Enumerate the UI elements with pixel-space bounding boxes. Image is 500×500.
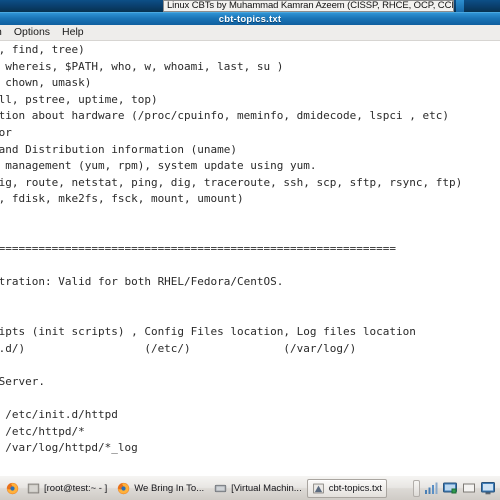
document-line: ripts (init scripts) , Config Files loca…: [0, 325, 416, 339]
taskbar-item-virtualmachine-label: [Virtual Machin...: [231, 482, 302, 494]
document-line: tor: [0, 125, 12, 139]
firefox-icon: [118, 482, 130, 494]
editor-menubar: h Options Help: [0, 25, 500, 41]
firefox-launcher-icon[interactable]: [2, 478, 22, 498]
display-icon[interactable]: [442, 480, 458, 496]
menu-options[interactable]: Options: [8, 25, 56, 40]
text-editor-window: cbt-topics.txt h Options Help e, find, t…: [0, 12, 500, 475]
editor-window-title: cbt-topics.txt: [218, 14, 282, 25]
taskbar-item-browser-label: We Bring In To...: [134, 482, 205, 494]
document-line: /etc/httpd/*: [0, 424, 85, 438]
workspace-switcher-icon[interactable]: [461, 480, 477, 496]
network-signal-icon[interactable]: [423, 480, 439, 496]
document-line: Server.: [0, 374, 45, 388]
document-line: , chown, umask): [0, 76, 92, 90]
background-window-titlebar: Linux CBTs by Muhammad Kamran Azeem (CIS…: [0, 0, 500, 12]
taskbar-item-editor-label: cbt-topics.txt: [328, 482, 383, 494]
editor-icon: [312, 483, 324, 493]
taskbar-item-browser[interactable]: We Bring In To...: [112, 479, 209, 498]
document-line: t.d/) (/etc/) (/var/log/): [0, 341, 357, 355]
document-line: stration: Valid for both RHEL/Fedora/Cen…: [0, 275, 284, 289]
document-line: ation about hardware (/proc/cpuinfo, mem…: [0, 109, 449, 123]
document-line: e management (yum, rpm), system update u…: [0, 159, 317, 173]
taskbar-item-terminal[interactable]: [root@test:~ - ]: [22, 479, 112, 498]
taskbar-item-editor[interactable]: cbt-topics.txt: [306, 478, 388, 498]
terminal-icon: [27, 483, 40, 493]
editor-titlebar[interactable]: cbt-topics.txt: [0, 12, 500, 25]
menu-help[interactable]: Help: [56, 25, 90, 40]
system-tray: [423, 480, 498, 496]
menu-search-clipped[interactable]: h: [0, 25, 8, 40]
document-line: , whereis, $PATH, who, w, whoami, last, …: [0, 59, 284, 73]
taskbar-item-terminal-label: [root@test:~ - ]: [44, 482, 108, 494]
taskbar-item-virtualmachine[interactable]: [Virtual Machin...: [209, 479, 307, 498]
taskbar-divider: [413, 479, 420, 497]
document-line: /etc/init.d/httpd: [0, 408, 118, 422]
document-line: and Distribution information (uname): [0, 142, 238, 156]
taskbar: [root@test:~ - ] We Bring In To... [Virt…: [0, 475, 500, 500]
document-line: e, find, tree): [0, 43, 85, 56]
editor-text-area[interactable]: e, find, tree) , whereis, $PATH, who, w, …: [0, 41, 500, 475]
document-line: f, fdisk, mke2fs, fsck, mount, umount): [0, 192, 244, 206]
desktop-screen: Linux CBTs by Muhammad Kamran Azeem (CIS…: [0, 0, 500, 500]
document-line: ========================================…: [0, 242, 396, 256]
virtualbox-icon: [214, 484, 227, 492]
document-line: fig, route, netstat, ping, dig, tracerou…: [0, 175, 463, 189]
monitor-icon[interactable]: [480, 480, 496, 496]
background-window-title: Linux CBTs by Muhammad Kamran Azeem (CIS…: [163, 0, 454, 12]
document-line: ill, pstree, uptime, top): [0, 92, 158, 106]
document-line: /var/log/httpd/*_log: [0, 441, 138, 455]
background-window-accent: [456, 0, 464, 12]
